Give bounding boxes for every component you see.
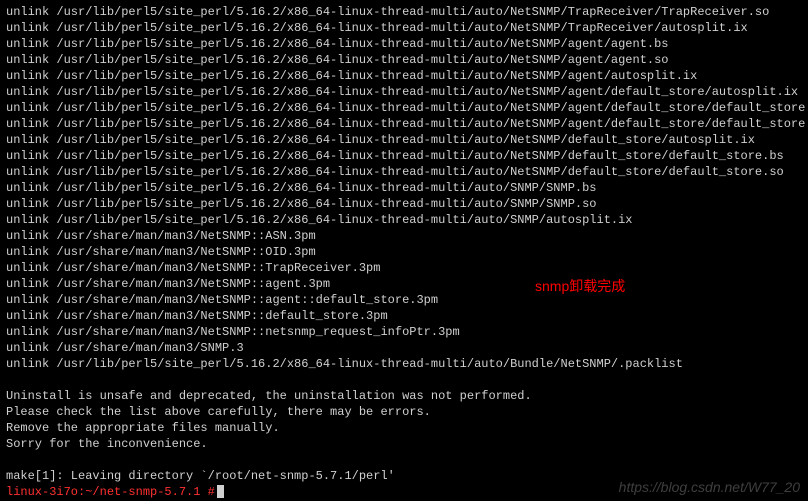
- output-line: unlink /usr/lib/perl5/site_perl/5.16.2/x…: [6, 356, 802, 372]
- output-line: unlink /usr/lib/perl5/site_perl/5.16.2/x…: [6, 52, 802, 68]
- output-line: unlink /usr/lib/perl5/site_perl/5.16.2/x…: [6, 164, 802, 180]
- output-line: unlink /usr/lib/perl5/site_perl/5.16.2/x…: [6, 36, 802, 52]
- annotation-text: snmp卸载完成: [535, 278, 625, 294]
- output-line: unlink /usr/share/man/man3/NetSNMP::OID.…: [6, 244, 802, 260]
- output-line: unlink /usr/lib/perl5/site_perl/5.16.2/x…: [6, 116, 802, 132]
- cursor-icon: [217, 485, 224, 498]
- output-line: unlink /usr/lib/perl5/site_perl/5.16.2/x…: [6, 196, 802, 212]
- blank-line: [6, 372, 802, 388]
- prompt-path: ~/net-snmp-5.7.1: [85, 485, 200, 499]
- prompt-host: linux-3i7o:: [6, 485, 85, 499]
- output-line: unlink /usr/lib/perl5/site_perl/5.16.2/x…: [6, 84, 802, 100]
- prompt-hash: #: [200, 485, 214, 499]
- output-line: unlink /usr/share/man/man3/NetSNMP::agen…: [6, 276, 802, 292]
- output-line: unlink /usr/lib/perl5/site_perl/5.16.2/x…: [6, 100, 802, 116]
- output-line: unlink /usr/lib/perl5/site_perl/5.16.2/x…: [6, 148, 802, 164]
- output-line: unlink /usr/share/man/man3/NetSNMP::nets…: [6, 324, 802, 340]
- output-line: unlink /usr/lib/perl5/site_perl/5.16.2/x…: [6, 4, 802, 20]
- watermark-text: https://blog.csdn.net/W77_20: [619, 479, 800, 495]
- message-line: Remove the appropriate files manually.: [6, 420, 802, 436]
- terminal-output: unlink /usr/lib/perl5/site_perl/5.16.2/x…: [6, 4, 802, 500]
- output-line: unlink /usr/lib/perl5/site_perl/5.16.2/x…: [6, 20, 802, 36]
- output-line: unlink /usr/share/man/man3/SNMP.3: [6, 340, 802, 356]
- blank-line: [6, 452, 802, 468]
- output-line: unlink /usr/lib/perl5/site_perl/5.16.2/x…: [6, 212, 802, 228]
- message-line: Sorry for the inconvenience.: [6, 436, 802, 452]
- output-line: unlink /usr/lib/perl5/site_perl/5.16.2/x…: [6, 132, 802, 148]
- output-line: unlink /usr/lib/perl5/site_perl/5.16.2/x…: [6, 68, 802, 84]
- message-line: Uninstall is unsafe and deprecated, the …: [6, 388, 802, 404]
- output-line: unlink /usr/share/man/man3/NetSNMP::Trap…: [6, 260, 802, 276]
- message-line: Please check the list above carefully, t…: [6, 404, 802, 420]
- output-line: unlink /usr/share/man/man3/NetSNMP::ASN.…: [6, 228, 802, 244]
- output-line: unlink /usr/share/man/man3/NetSNMP::agen…: [6, 292, 802, 308]
- output-line: unlink /usr/share/man/man3/NetSNMP::defa…: [6, 308, 802, 324]
- output-line: unlink /usr/lib/perl5/site_perl/5.16.2/x…: [6, 180, 802, 196]
